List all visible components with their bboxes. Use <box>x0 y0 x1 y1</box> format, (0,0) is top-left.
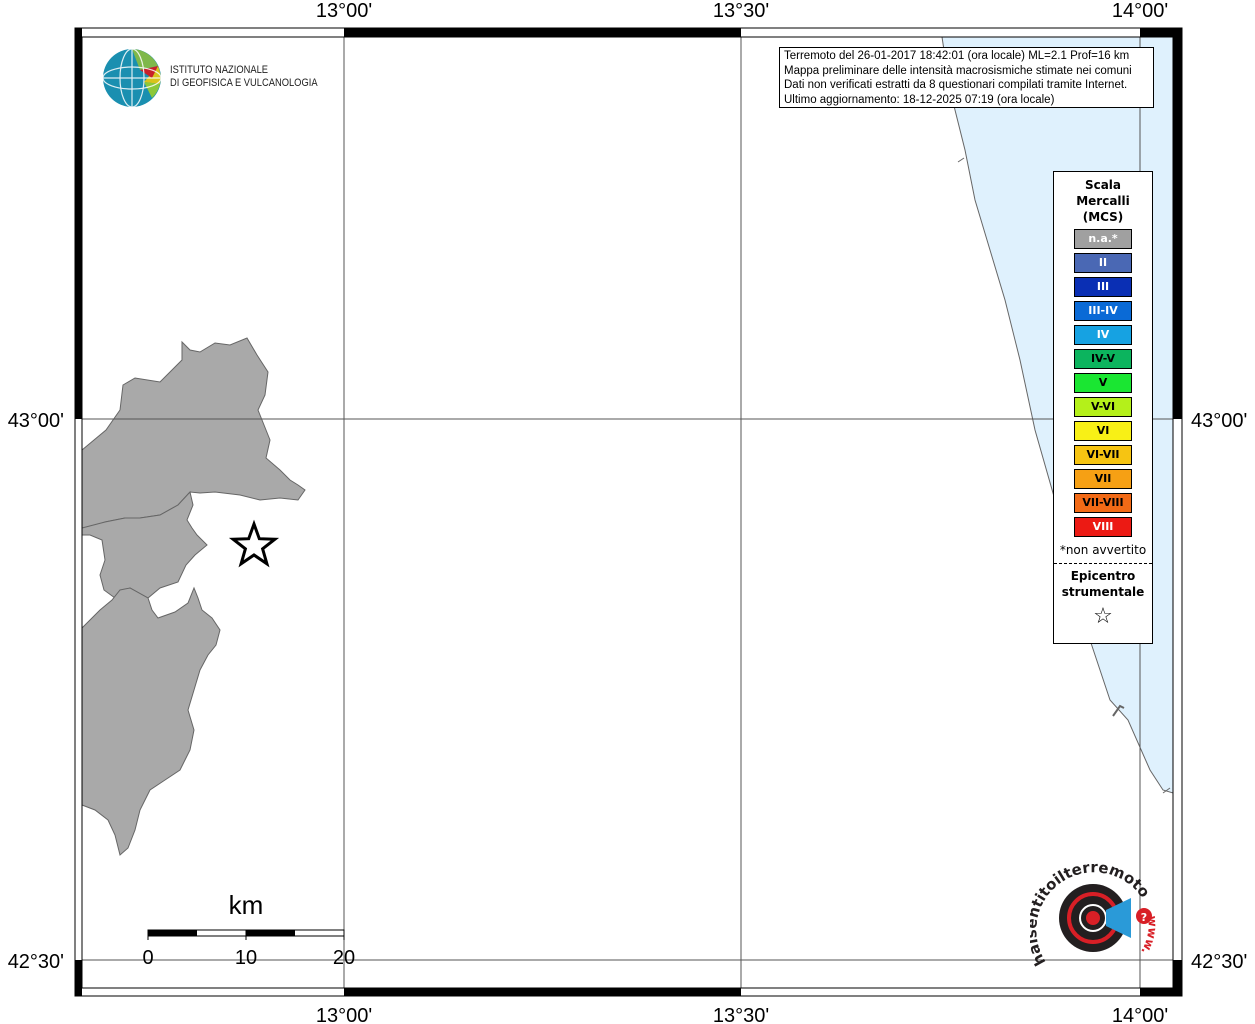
hst-logo: ? haisentitoilterremoto.it www. <box>1022 844 1160 988</box>
legend-item: III-IV <box>1074 301 1132 321</box>
legend-item: n.a.* <box>1074 229 1132 249</box>
mcs-legend: Scala Mercalli (MCS) n.a.* II III III-IV IV I… <box>1053 171 1153 644</box>
lon-label-bottom-2: 13°30' <box>713 1005 769 1024</box>
event-info-line2: Mappa preliminare delle intensità macros… <box>784 64 1132 77</box>
lat-label-left-1: 43°00' <box>8 410 64 432</box>
legend-separator <box>1054 563 1152 564</box>
scale-bar-tick-20: 20 <box>333 947 355 969</box>
legend-epicenter-line1: Epicentro <box>1070 569 1136 583</box>
lat-label-right-2: 42°30' <box>1191 951 1247 973</box>
lat-label-right-1: 43°00' <box>1191 410 1247 432</box>
ingv-name-line1: ISTITUTO NAZIONALE <box>170 64 269 76</box>
legend-item: VIII <box>1074 517 1132 537</box>
legend-star-icon: ☆ <box>1093 604 1113 629</box>
legend-item: IV <box>1074 325 1132 345</box>
legend-title-line1: Scala <box>1084 178 1122 192</box>
legend-item: VI <box>1074 421 1132 441</box>
ingv-globe-icon <box>102 48 162 108</box>
legend-item: VII <box>1074 469 1132 489</box>
legend-epicenter-label: Epicentro strumentale <box>1054 568 1152 600</box>
land-region-north <box>81 337 306 529</box>
legend-epicenter-line2: strumentale <box>1061 585 1145 599</box>
scale-bar-unit: km <box>229 890 264 920</box>
legend-item: III <box>1074 277 1132 297</box>
legend-items: n.a.* II III III-IV IV IV-V V V-VI VI VI-VII VII VI… <box>1054 229 1152 537</box>
legend-item: VII-VIII <box>1074 493 1132 513</box>
ingv-name-line2: DI GEOFISICA E VULCANOLOGIA <box>170 77 318 89</box>
scale-bar-tick-10: 10 <box>235 947 257 969</box>
lon-label-top-2: 13°30' <box>713 0 769 22</box>
land-region-south <box>81 586 221 856</box>
legend-item: IV-V <box>1074 349 1132 369</box>
legend-item: V-VI <box>1074 397 1132 417</box>
legend-title-line3: (MCS) <box>1082 210 1124 224</box>
event-info-line3: Dati non verificati estratti da 8 questi… <box>784 79 1128 92</box>
legend-item: VI-VII <box>1074 445 1132 465</box>
scale-bar-tick-0: 0 <box>142 947 153 969</box>
scale-bar: km 0 10 20 <box>142 890 355 969</box>
lon-label-bottom-3: 14°00' <box>1112 1005 1168 1024</box>
legend-item: V <box>1074 373 1132 393</box>
event-info-line4: Ultimo aggiornamento: 18-12-2025 07:19 (… <box>784 93 1055 106</box>
legend-title: Scala Mercalli (MCS) <box>1054 177 1152 225</box>
legend-title-line2: Mercalli <box>1076 194 1130 208</box>
lon-label-top-1: 13°00' <box>316 0 372 22</box>
lon-label-top-3: 14°00' <box>1112 0 1168 22</box>
legend-note: *non avvertito <box>1059 543 1147 557</box>
lon-label-bottom-1: 13°00' <box>316 1005 372 1024</box>
ingv-logo: ISTITUTO NAZIONALE DI GEOFISICA E VULCAN… <box>100 48 320 112</box>
epicenter-star-icon <box>228 519 280 568</box>
lat-label-left-2: 42°30' <box>8 951 64 973</box>
event-info-line1: Terremoto del 26-01-2017 18:42:01 (ora l… <box>784 50 1130 62</box>
hst-logo-graphic: ? haisentitoilterremoto.it www. <box>1022 844 1160 969</box>
ingv-name: ISTITUTO NAZIONALE DI GEOFISICA E VULCAN… <box>170 64 318 90</box>
event-info-box: Terremoto del 26-01-2017 18:42:01 (ora l… <box>779 47 1154 108</box>
coastline-detail <box>957 157 965 163</box>
legend-item: II <box>1074 253 1132 273</box>
